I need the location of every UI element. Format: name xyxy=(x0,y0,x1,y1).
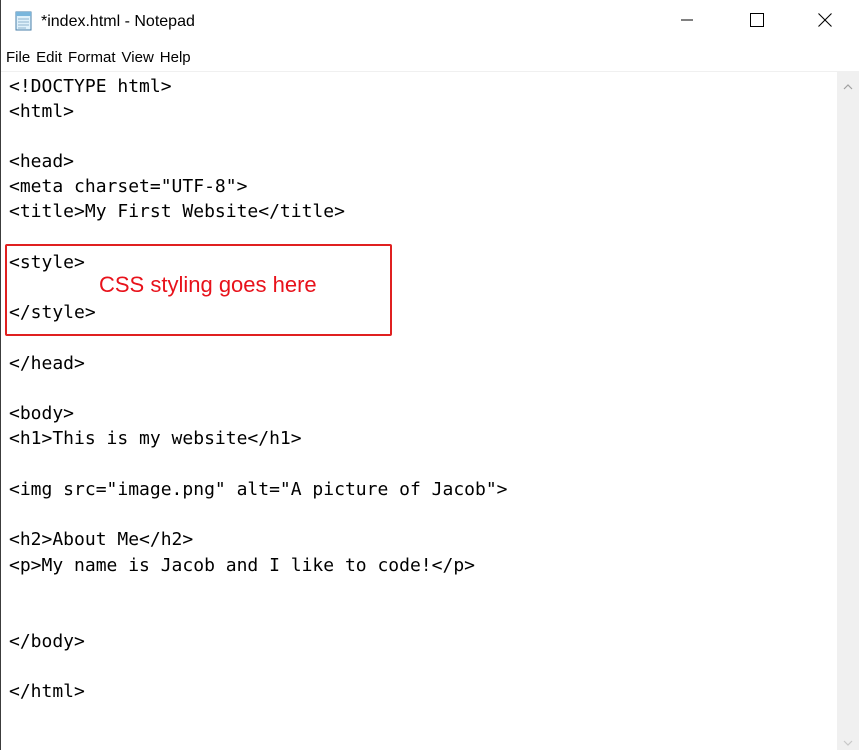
code-line: <h2>About Me</h2> xyxy=(9,529,194,550)
menu-format[interactable]: Format xyxy=(68,47,116,69)
code-line: </head> xyxy=(9,353,85,374)
menu-edit[interactable]: Edit xyxy=(36,47,62,69)
scroll-up-arrow-icon xyxy=(843,78,853,96)
scroll-down-arrow-icon xyxy=(843,734,853,750)
code-line: <html> xyxy=(9,101,75,122)
code-line: </body> xyxy=(9,631,85,652)
code-line: <!DOCTYPE html> xyxy=(9,76,172,97)
minimize-icon xyxy=(679,12,695,33)
code-line: <meta charset="UTF-8"> xyxy=(9,176,248,197)
notepad-window: *index.html - Notepad File Edit Format V… xyxy=(0,0,859,750)
scroll-up-button[interactable] xyxy=(837,76,859,98)
scroll-down-button[interactable] xyxy=(837,736,859,750)
code-line: <p>My name is Jacob and I like to code!<… xyxy=(9,555,475,576)
vertical-scrollbar[interactable] xyxy=(837,72,859,750)
maximize-icon xyxy=(749,12,765,33)
maximize-button[interactable] xyxy=(723,0,791,44)
code-line: <img src="image.png" alt="A picture of J… xyxy=(9,479,508,500)
notepad-icon xyxy=(14,11,34,31)
code-line: <title>My First Website</title> xyxy=(9,201,345,222)
css-annotation-label: CSS styling goes here xyxy=(99,272,317,297)
close-icon xyxy=(817,12,833,33)
menu-help[interactable]: Help xyxy=(160,47,191,69)
menu-file[interactable]: File xyxy=(6,47,30,69)
code-line: <h1>This is my website</h1> xyxy=(9,428,302,449)
code-line: <body> xyxy=(9,403,75,424)
menu-bar: File Edit Format View Help xyxy=(1,47,859,69)
code-line: <head> xyxy=(9,151,75,172)
text-editor[interactable]: <!DOCTYPE html> <html> <head> <meta char… xyxy=(1,72,837,750)
code-line: </html> xyxy=(9,681,85,702)
window-title: *index.html - Notepad xyxy=(41,13,195,30)
close-button[interactable] xyxy=(791,0,859,44)
title-bar[interactable]: *index.html - Notepad xyxy=(1,0,859,44)
menu-view[interactable]: View xyxy=(122,47,154,69)
minimize-button[interactable] xyxy=(653,0,721,44)
